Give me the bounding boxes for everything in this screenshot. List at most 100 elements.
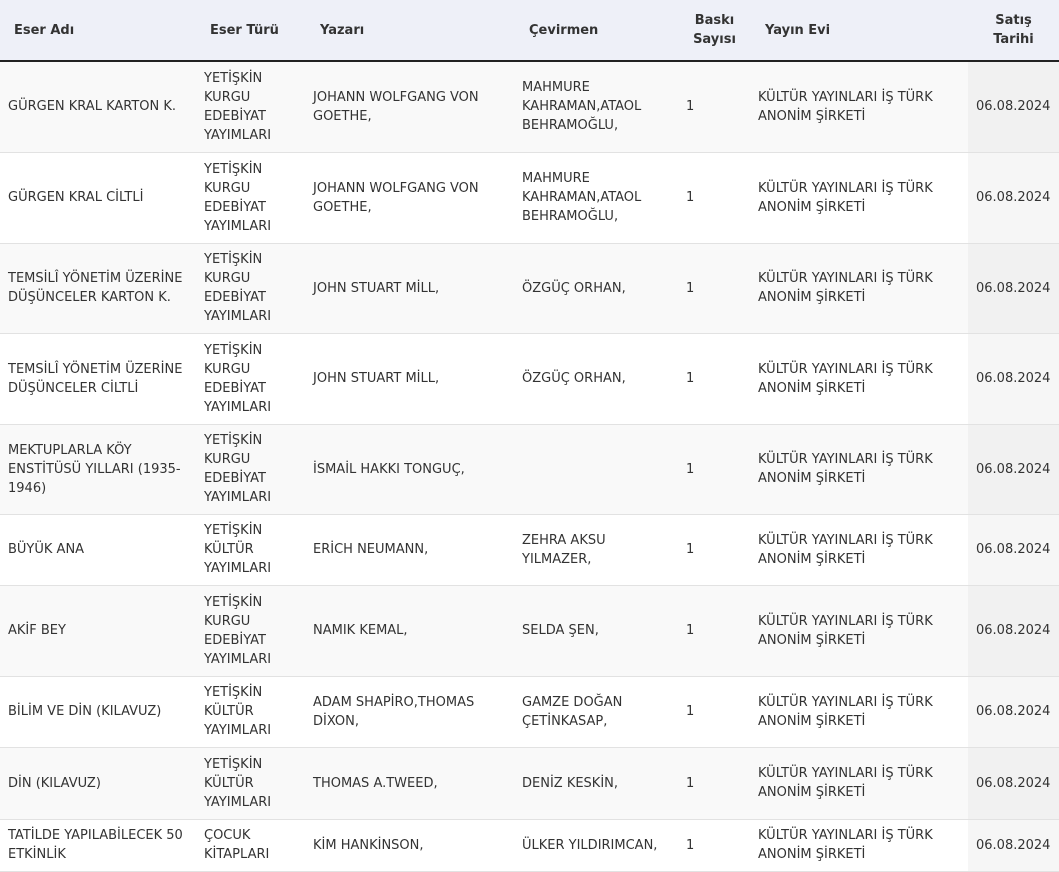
column-header-baski-sayisi[interactable]: Baskı Sayısı [678,0,751,62]
cell-baski-sayisi: 1 [678,61,751,153]
table-row[interactable]: TEMSİLÎ YÖNETİM ÜZERİNE DÜŞÜNCELER KARTO… [0,243,1059,334]
cell-cevirmen: ZEHRA AKSU YILMAZER, [514,514,678,586]
cell-eser-turu-text: YETİŞKİN KURGU EDEBİYAT YAYIMLARI [204,252,272,324]
cell-eser-turu: ÇOCUK KİTAPLARI [196,819,305,872]
cell-eser-adi: BİLİM VE DİN (KILAVUZ) [0,676,196,748]
cell-yazari-text: JOHN STUART MİLL, [313,371,440,386]
column-header-eser-turu[interactable]: Eser Türü [196,0,305,62]
table-row[interactable]: MEKTUPLARLA KÖY ENSTİTÜSÜ YILLARI (1935-… [0,424,1059,515]
cell-satis-tarihi: 06.08.2024 [968,61,1059,153]
cell-yayin-evi: KÜLTÜR YAYINLARI İŞ TÜRK ANONİM ŞİRKETİ [751,514,968,586]
cell-eser-adi: AKİF BEY [0,585,196,677]
cell-yazari: ERİCH NEUMANN, [305,514,514,586]
cell-eser-adi: DİN (KILAVUZ) [0,747,196,820]
table-row[interactable]: TEMSİLÎ YÖNETİM ÜZERİNE DÜŞÜNCELER CİLTL… [0,333,1059,425]
cell-yayin-evi-text: KÜLTÜR YAYINLARI İŞ TÜRK ANONİM ŞİRKETİ [758,532,933,567]
table-row[interactable]: DİN (KILAVUZ) YETİŞKİN KÜLTÜR YAYIMLARI TH… [0,747,1059,820]
cell-yayin-evi: KÜLTÜR YAYINLARI İŞ TÜRK ANONİM ŞİRKETİ [751,747,968,820]
table-row[interactable]: GÜRGEN KRAL KARTON K. YETİŞKİN KURGU EDEB… [0,61,1059,153]
column-header-satis-line1: Satış [995,13,1032,28]
cell-satis-tarihi-text: 06.08.2024 [976,190,1051,205]
table-row[interactable]: BÜYÜK ANA YETİŞKİN KÜLTÜR YAYIMLARI ERİCH … [0,514,1059,586]
cell-baski-sayisi: 1 [678,333,751,425]
cell-eser-adi: GÜRGEN KRAL KARTON K. [0,61,196,153]
cell-yazari-text: ADAM SHAPİRO,THOMAS DİXON, [313,694,475,729]
cell-eser-adi-text: GÜRGEN KRAL CİLTLİ [8,190,144,205]
cell-cevirmen: ÖZGÜÇ ORHAN, [514,333,678,425]
cell-eser-adi-text: TEMSİLÎ YÖNETİM ÜZERİNE DÜŞÜNCELER KARTO… [8,271,183,305]
cell-yazari-text: JOHN STUART MİLL, [313,280,440,296]
table-body: GÜRGEN KRAL KARTON K. YETİŞKİN KURGU EDEB… [0,61,1059,872]
cell-cevirmen: ÜLKER YILDIRIMCAN, [514,819,678,872]
table-row[interactable]: BİLİM VE DİN (KILAVUZ) YETİŞKİN KÜLTÜR YA… [0,676,1059,748]
cell-yayin-evi-text: KÜLTÜR YAYINLARI İŞ TÜRK ANONİM ŞİRKETİ [758,766,933,800]
header-row: Eser Adı Eser Türü Yazarı Çevirmen Baskı… [0,0,1059,62]
cell-cevirmen-text: DENİZ KESKİN, [522,775,619,791]
cell-cevirmen: MAHMURE KAHRAMAN,ATAOL BEHRAMOĞLU, [514,61,678,153]
cell-yazari: JOHANN WOLFGANG VON GOETHE, [305,61,514,153]
cell-yazari-text: KİM HANKİNSON, [313,837,424,853]
cell-eser-turu: YETİŞKİN KURGU EDEBİYAT YAYIMLARI [196,333,305,425]
cell-eser-adi-text: GÜRGEN KRAL KARTON K. [8,99,177,115]
column-header-satis-tarihi[interactable]: Satış Tarihi [968,0,1059,62]
cell-satis-tarihi-text: 06.08.2024 [976,623,1051,638]
cell-cevirmen: SELDA ŞEN, [514,585,678,677]
cell-eser-turu: YETİŞKİN KÜLTÜR YAYIMLARI [196,676,305,748]
column-header-yazari[interactable]: Yazarı [305,0,514,62]
column-header-baski-line1: Baskı [694,13,735,28]
cell-baski-sayisi-text: 1 [686,461,695,477]
cell-cevirmen-text: ÜLKER YILDIRIMCAN, [522,837,658,853]
cell-satis-tarihi-text: 06.08.2024 [976,704,1051,719]
cell-yayin-evi-text: KÜLTÜR YAYINLARI İŞ TÜRK ANONİM ŞİRKETİ [758,89,933,124]
cell-baski-sayisi-text: 1 [686,280,695,296]
table-row[interactable]: TATİLDE YAPILABİLECEK 50 ETKİNLİK ÇOCUK K… [0,819,1059,872]
cell-yayin-evi-text: KÜLTÜR YAYINLARI İŞ TÜRK ANONİM ŞİRKETİ [758,271,933,305]
cell-yazari-text: İSMAİL HAKKI TONGUÇ, [313,461,465,477]
column-header-cevirmen[interactable]: Çevirmen [514,0,678,62]
cell-satis-tarihi: 06.08.2024 [968,747,1059,820]
cell-yazari-text: THOMAS A.TWEED, [313,775,438,791]
cell-eser-adi: MEKTUPLARLA KÖY ENSTİTÜSÜ YILLARI (1935-… [0,424,196,515]
cell-cevirmen-text: SELDA ŞEN, [522,623,599,638]
cell-yazari: KİM HANKİNSON, [305,819,514,872]
cell-cevirmen: DENİZ KESKİN, [514,747,678,820]
cell-baski-sayisi: 1 [678,585,751,677]
column-header-eser-adi[interactable]: Eser Adı [0,0,196,62]
cell-yazari: THOMAS A.TWEED, [305,747,514,820]
cell-baski-sayisi-text: 1 [686,775,695,791]
cell-cevirmen-text: MAHMURE KAHRAMAN,ATAOL BEHRAMOĞLU, [522,80,642,134]
cell-baski-sayisi-text: 1 [686,542,695,557]
cell-eser-turu-text: YETİŞKİN KÜLTÜR YAYIMLARI [204,756,272,810]
cell-eser-adi: TEMSİLÎ YÖNETİM ÜZERİNE DÜŞÜNCELER CİLTL… [0,333,196,425]
column-header-eser-adi-label: Eser Adı [14,22,75,38]
cell-satis-tarihi: 06.08.2024 [968,819,1059,872]
cell-eser-adi-text: AKİF BEY [8,623,66,638]
cell-baski-sayisi: 1 [678,676,751,748]
table-row[interactable]: GÜRGEN KRAL CİLTLİ YETİŞKİN KURGU EDEBİYA… [0,152,1059,244]
cell-baski-sayisi: 1 [678,747,751,820]
cell-yazari-text: JOHANN WOLFGANG VON GOETHE, [313,89,479,124]
cell-satis-tarihi: 06.08.2024 [968,152,1059,244]
cell-baski-sayisi: 1 [678,152,751,244]
cell-satis-tarihi-text: 06.08.2024 [976,542,1051,557]
cell-baski-sayisi-text: 1 [686,623,695,638]
cell-eser-turu-text: YETİŞKİN KURGU EDEBİYAT YAYIMLARI [204,70,272,143]
cell-yayin-evi-text: KÜLTÜR YAYINLARI İŞ TÜRK ANONİM ŞİRKETİ [758,828,933,862]
cell-eser-turu: YETİŞKİN KURGU EDEBİYAT YAYIMLARI [196,424,305,515]
column-header-satis-line2: Tarihi [993,32,1034,47]
cell-baski-sayisi: 1 [678,424,751,515]
cell-eser-turu-text: YETİŞKİN KURGU EDEBİYAT YAYIMLARI [204,161,272,234]
column-header-baski-line2: Sayısı [693,32,736,47]
cell-cevirmen-text: ÖZGÜÇ ORHAN, [522,280,626,296]
cell-yayin-evi-text: KÜLTÜR YAYINLARI İŞ TÜRK ANONİM ŞİRKETİ [758,361,933,396]
cell-eser-turu-text: YETİŞKİN KÜLTÜR YAYIMLARI [204,685,272,738]
cell-eser-adi: TATİLDE YAPILABİLECEK 50 ETKİNLİK [0,819,196,872]
cell-eser-turu-text: YETİŞKİN KURGU EDEBİYAT YAYIMLARI [204,433,272,505]
cell-eser-adi: TEMSİLÎ YÖNETİM ÜZERİNE DÜŞÜNCELER KARTO… [0,243,196,334]
cell-baski-sayisi: 1 [678,243,751,334]
cell-eser-turu: YETİŞKİN KURGU EDEBİYAT YAYIMLARI [196,243,305,334]
cell-eser-turu: YETİŞKİN KURGU EDEBİYAT YAYIMLARI [196,585,305,677]
table-row[interactable]: AKİF BEY YETİŞKİN KURGU EDEBİYAT YAYIMLAR… [0,585,1059,677]
cell-yazari: ADAM SHAPİRO,THOMAS DİXON, [305,676,514,748]
column-header-yayin-evi[interactable]: Yayın Evi [751,0,968,62]
